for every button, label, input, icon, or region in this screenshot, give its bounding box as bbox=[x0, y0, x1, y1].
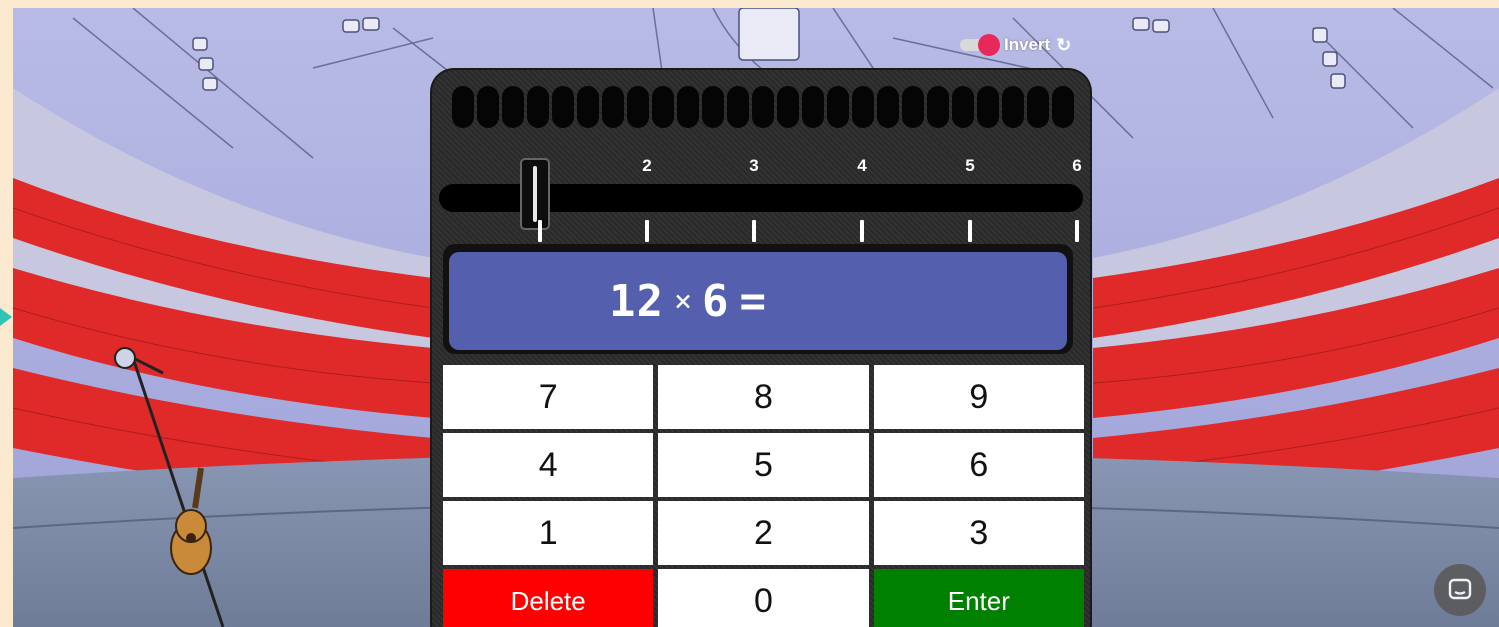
key-6[interactable]: 6 bbox=[873, 433, 1084, 497]
refresh-icon[interactable]: ↻ bbox=[1056, 35, 1071, 56]
times-table-device: 2 3 4 5 6 12 × 6 = 7 8 9 4 5 6 1 2 3 Del… bbox=[430, 68, 1092, 627]
slider-tick bbox=[968, 220, 972, 242]
slider-tick bbox=[860, 220, 864, 242]
slider-thumb[interactable] bbox=[520, 158, 550, 230]
chat-icon bbox=[1448, 578, 1472, 600]
scale-label-2: 2 bbox=[642, 156, 652, 175]
scale-label-4: 4 bbox=[857, 156, 867, 175]
slider-tick bbox=[538, 220, 542, 242]
key-9[interactable]: 9 bbox=[873, 365, 1084, 429]
slider-tick bbox=[752, 220, 756, 242]
invert-label: Invert bbox=[1004, 35, 1051, 54]
key-7[interactable]: 7 bbox=[443, 365, 654, 429]
key-1[interactable]: 1 bbox=[443, 501, 654, 565]
operator: × bbox=[673, 283, 693, 319]
scale-label-3: 3 bbox=[749, 156, 759, 175]
operand-b: 6 bbox=[702, 275, 730, 327]
enter-button[interactable]: Enter bbox=[873, 569, 1084, 627]
key-0[interactable]: 0 bbox=[658, 569, 869, 627]
delete-button[interactable]: Delete bbox=[443, 569, 654, 627]
slider-tick bbox=[1075, 220, 1079, 242]
scale-label-5: 5 bbox=[965, 156, 975, 175]
equals-sign: = bbox=[739, 275, 768, 327]
side-arrow-icon[interactable] bbox=[0, 308, 12, 326]
toggle-knob bbox=[978, 34, 1000, 56]
scale-label-6: 6 bbox=[1072, 156, 1082, 175]
invert-toggle[interactable]: Invert ↻ bbox=[960, 34, 1071, 56]
keypad: 7 8 9 4 5 6 1 2 3 Delete 0 Enter bbox=[443, 365, 1084, 627]
key-8[interactable]: 8 bbox=[658, 365, 869, 429]
chat-button[interactable] bbox=[1434, 564, 1486, 616]
key-3[interactable]: 3 bbox=[873, 501, 1084, 565]
key-2[interactable]: 2 bbox=[658, 501, 869, 565]
key-5[interactable]: 5 bbox=[658, 433, 869, 497]
toggle-switch[interactable] bbox=[960, 34, 1000, 56]
speaker-grille bbox=[452, 86, 1074, 128]
operand-a: 12 bbox=[609, 275, 664, 327]
concert-hall-background: Invert ↻ 2 3 4 5 6 12 × 6 = 7 8 9 4 5 6 … bbox=[13, 8, 1499, 627]
equation-display: 12 × 6 = bbox=[449, 252, 1067, 350]
slider-tick bbox=[645, 220, 649, 242]
key-4[interactable]: 4 bbox=[443, 433, 654, 497]
